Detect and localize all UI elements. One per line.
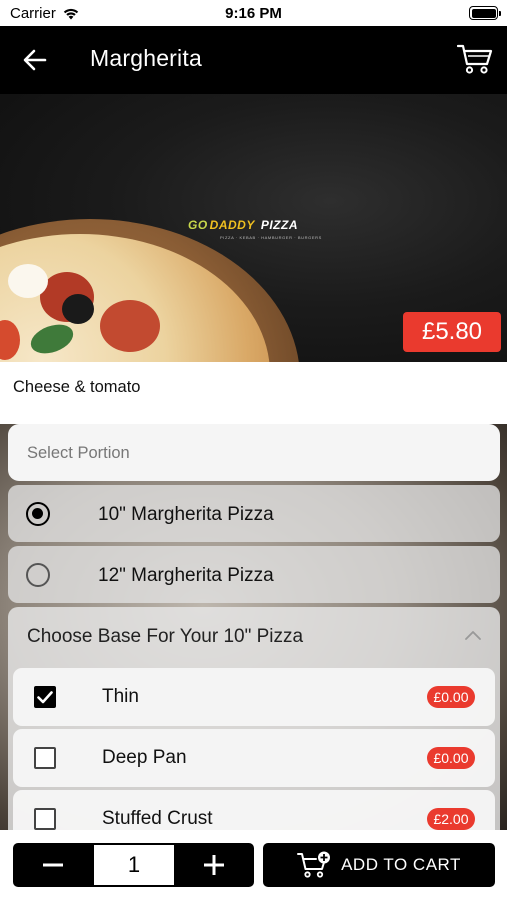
- product-description: Cheese & tomato: [0, 362, 507, 424]
- page-title: Margherita: [90, 45, 202, 71]
- minus-icon: [43, 863, 63, 867]
- description-text: Cheese & tomato: [13, 378, 141, 396]
- increase-quantity-button[interactable]: [174, 843, 254, 887]
- status-bar: Carrier 9:16 PM: [0, 0, 507, 26]
- portion-option-label: 10" Margherita Pizza: [98, 504, 274, 525]
- add-to-cart-button[interactable]: ADD TO CART: [263, 843, 495, 887]
- battery-icon: [469, 6, 501, 20]
- arrow-left-icon: [23, 49, 47, 71]
- quantity-input[interactable]: 1: [94, 845, 174, 885]
- base-option-label: Deep Pan: [102, 747, 187, 768]
- logo-pizza: PIZZA: [260, 218, 299, 232]
- logo-daddy: DADDY: [209, 218, 255, 232]
- options-panel[interactable]: Select Portion 10" Margherita Pizza 12" …: [0, 424, 507, 830]
- base-option-price: £2.00: [427, 808, 475, 830]
- checkbox-unchecked-icon[interactable]: [34, 808, 56, 830]
- decrease-quantity-button[interactable]: [13, 843, 93, 887]
- base-option-price: £0.00: [427, 686, 475, 708]
- bottom-action-bar: 1 ADD TO CART: [0, 830, 507, 900]
- price-badge: £5.80: [403, 312, 501, 352]
- status-time: 9:16 PM: [225, 5, 282, 22]
- base-section-title: Choose Base For Your 10" Pizza: [27, 626, 304, 647]
- product-hero-image: GO DADDY PIZZA PIZZA · KEBAB · HAMBURGER…: [0, 94, 507, 362]
- select-portion-label: Select Portion: [27, 444, 130, 462]
- base-option-stuffed-crust[interactable]: Stuffed Crust £2.00: [13, 790, 495, 830]
- logo-tagline: PIZZA · KEBAB · HAMBURGER · BURGERS: [220, 235, 322, 240]
- base-option-price: £0.00: [427, 747, 475, 769]
- add-to-cart-label: ADD TO CART: [341, 855, 461, 874]
- quantity-stepper: 1: [13, 843, 254, 887]
- radio-selected-icon[interactable]: [26, 502, 50, 526]
- pizza-image: [0, 234, 270, 362]
- brand-logo: GO DADDY PIZZA: [188, 218, 298, 232]
- base-option-label: Thin: [102, 686, 139, 707]
- radio-unselected-icon[interactable]: [26, 563, 50, 587]
- back-button[interactable]: [18, 44, 52, 76]
- logo-go: GO: [188, 218, 208, 232]
- plus-icon: [204, 855, 224, 875]
- cart-icon: [457, 44, 493, 74]
- select-portion-header: Select Portion: [8, 424, 500, 481]
- chevron-up-icon[interactable]: [464, 629, 482, 641]
- portion-option-10-inch[interactable]: 10" Margherita Pizza: [8, 485, 500, 542]
- base-option-deep-pan[interactable]: Deep Pan £0.00: [13, 729, 495, 787]
- cart-add-icon: [297, 851, 331, 878]
- cart-button[interactable]: [455, 40, 495, 78]
- base-option-label: Stuffed Crust: [102, 808, 213, 829]
- base-section: Choose Base For Your 10" Pizza Thin £0.0…: [8, 607, 500, 830]
- nav-bar: Margherita: [0, 26, 507, 94]
- checkbox-unchecked-icon[interactable]: [34, 747, 56, 769]
- portion-option-label: 12" Margherita Pizza: [98, 565, 274, 586]
- checkbox-checked-icon[interactable]: [34, 686, 56, 708]
- base-option-thin[interactable]: Thin £0.00: [13, 668, 495, 726]
- portion-option-12-inch[interactable]: 12" Margherita Pizza: [8, 546, 500, 603]
